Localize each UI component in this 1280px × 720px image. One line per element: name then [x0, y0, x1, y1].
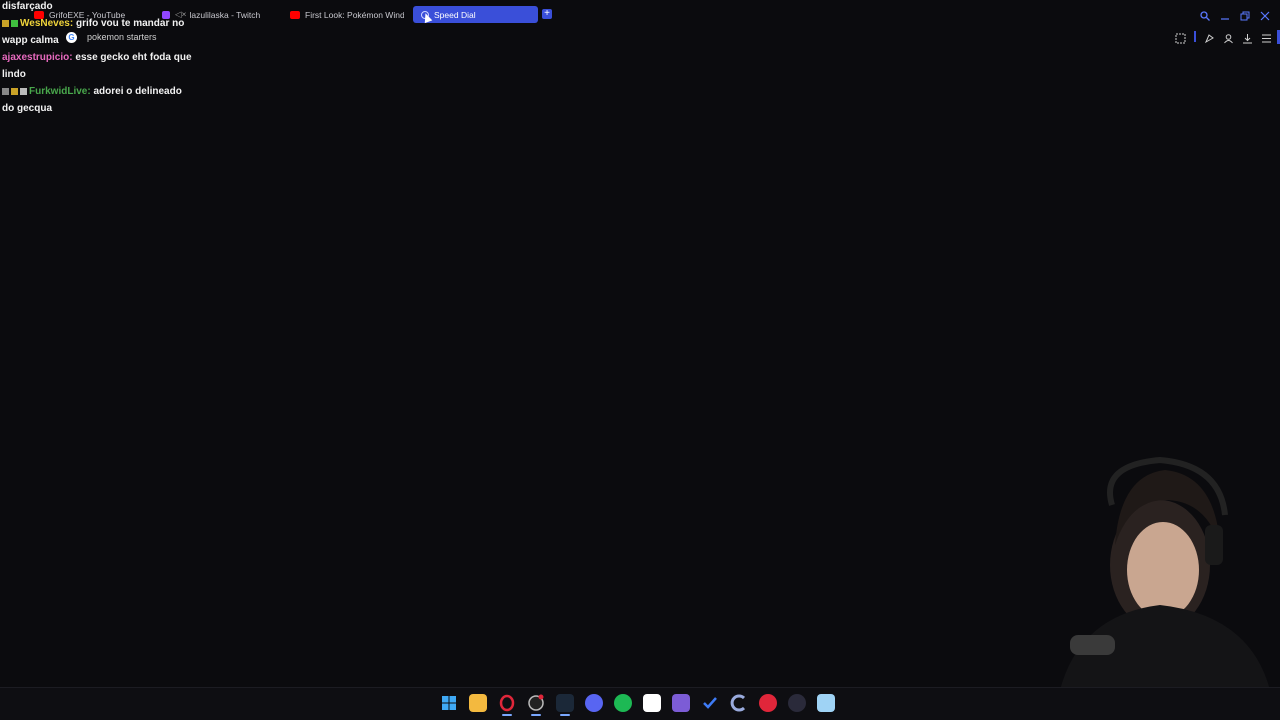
obsidian-icon[interactable]: [672, 694, 690, 712]
red-app-icon[interactable]: [759, 694, 777, 712]
windows-taskbar: [0, 687, 1280, 720]
badge-icon: [11, 87, 18, 95]
browser-tab-bar: GrifoEXE - YouTube ◁× lazulilaska - Twit…: [0, 0, 1280, 30]
notepad-icon[interactable]: [817, 694, 835, 712]
chat-separator: :: [87, 86, 91, 97]
chat-message: ajaxestrupicio: esse gecko eht foda que: [2, 49, 192, 66]
chat-username[interactable]: ajaxestrupicio: [2, 52, 69, 63]
tab-youtube-pokemon[interactable]: First Look: Pokémon Wind: [290, 6, 404, 23]
badge-icon: [2, 87, 9, 95]
window-controls: [1200, 8, 1270, 21]
spotify-icon[interactable]: [614, 694, 632, 712]
chat-username[interactable]: FurkwidLive: [29, 86, 87, 97]
subscriber-badge-icon: [11, 19, 18, 27]
discord-icon[interactable]: [585, 694, 603, 712]
extensions-icon[interactable]: [1204, 31, 1215, 44]
obs-icon[interactable]: [527, 694, 545, 716]
badge-icon: [20, 87, 27, 95]
chat-separator: :: [69, 18, 74, 29]
menu-icon[interactable]: [1261, 31, 1272, 43]
chat-username[interactable]: WesNeves: [20, 18, 70, 29]
search-suggestion-text: pokemon starters: [87, 32, 157, 42]
ccleaner-icon[interactable]: [730, 694, 748, 712]
chat-message-text: grifo vou te mandar no: [75, 18, 185, 29]
steam-icon[interactable]: [556, 694, 574, 716]
chat-message: WesNeves: grifo vou te mandar no: [2, 15, 184, 32]
account-icon[interactable]: [1223, 31, 1234, 44]
chat-message: FurkwidLive: adorei o delineado: [2, 83, 182, 100]
tab-label: Speed Dial: [434, 9, 476, 20]
tab-label: lazulilaska - Twitch: [189, 9, 261, 20]
tab-label: First Look: Pokémon Wind: [305, 9, 404, 20]
toolbar-divider: [1194, 31, 1196, 42]
youtube-icon: [290, 10, 300, 19]
address-bar-suggestion[interactable]: G pokemon starters: [66, 30, 157, 44]
chat-message-text: adorei o delineado: [93, 86, 182, 97]
search-tabs-icon[interactable]: [1200, 8, 1210, 21]
chat-separator: :: [69, 52, 73, 63]
chat-message-continuation: lindo: [2, 69, 26, 80]
todo-icon[interactable]: [701, 694, 719, 712]
download-icon[interactable]: [1242, 31, 1253, 44]
arrow-app-icon[interactable]: [788, 694, 806, 712]
close-icon[interactable]: [1260, 8, 1270, 21]
google-icon: G: [66, 31, 77, 43]
chat-message-text: esse gecko eht foda que: [75, 52, 192, 63]
chat-message-continuation: do gecqua: [2, 103, 53, 114]
chat-message-continuation: wapp calma: [2, 35, 59, 46]
notion-icon[interactable]: [643, 694, 661, 712]
badge-icon: [2, 19, 9, 27]
opera-gx-icon[interactable]: [498, 694, 516, 716]
new-tab-button[interactable]: +: [542, 9, 552, 19]
minimize-icon[interactable]: [1220, 8, 1230, 20]
snapshot-icon[interactable]: [1175, 31, 1186, 44]
browser-toolbar: [1175, 31, 1272, 44]
windows-start-icon[interactable]: [440, 694, 458, 712]
webcam-overlay: [1060, 456, 1270, 690]
chat-text: disfarçado: [2, 1, 53, 12]
restore-icon[interactable]: [1240, 8, 1250, 21]
file-explorer-icon[interactable]: [469, 694, 487, 712]
